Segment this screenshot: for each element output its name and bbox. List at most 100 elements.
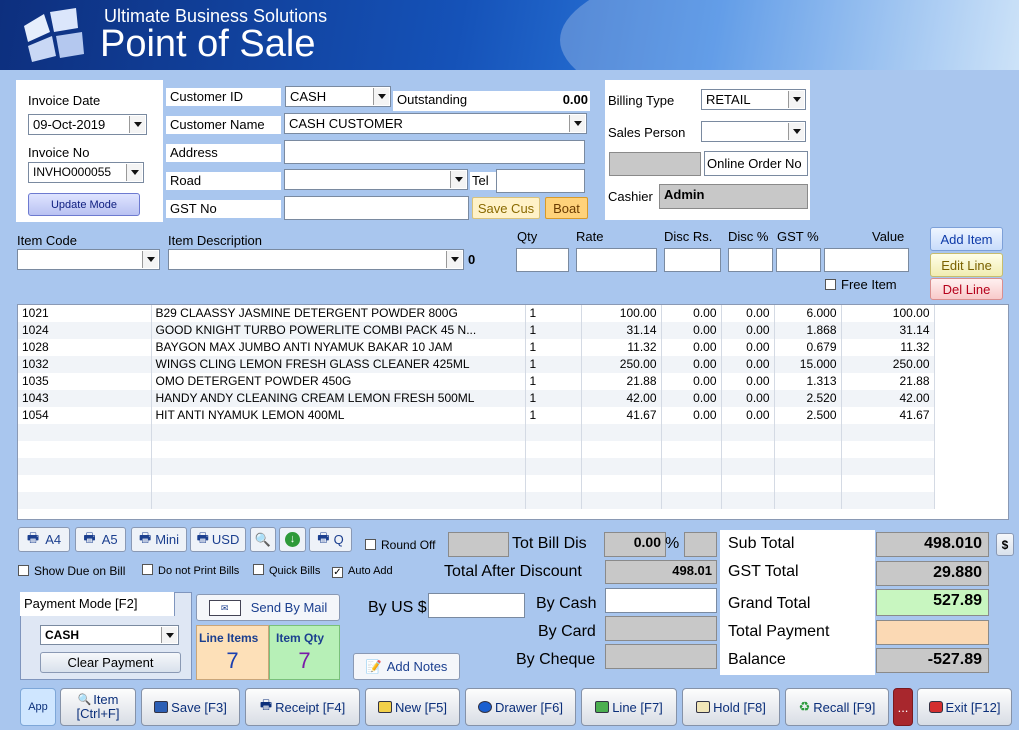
billing-type-select[interactable]: RETAIL [701, 89, 806, 110]
clear-payment-button[interactable]: Clear Payment [40, 652, 181, 673]
table-cell: 0.679 [774, 339, 842, 356]
print-a5-button[interactable]: 🖶 A5 [75, 527, 126, 552]
mail-icon: ✉ [208, 599, 241, 616]
table-cell: GOOD KNIGHT TURBO POWERLITE COMBI PACK 4… [151, 322, 526, 339]
table-row[interactable]: 1054 HIT ANTI NYAMUK LEMON 400ML 1 41.67 0.0… [18, 407, 935, 424]
delete-line-button[interactable]: Del Line [930, 278, 1003, 300]
customer-id-select[interactable]: CASH [285, 86, 391, 107]
table-cell: OMO DETERGENT POWDER 450G [151, 373, 526, 390]
table-row[interactable] [18, 492, 935, 509]
invoice-no-select[interactable]: INVHO000055 [28, 162, 144, 183]
table-row[interactable] [18, 475, 935, 492]
by-card-input[interactable] [605, 616, 717, 641]
add-item-button[interactable]: Add Item [930, 227, 1003, 251]
table-cell [661, 424, 722, 441]
by-us-dollar-input[interactable] [428, 593, 525, 618]
item-qty-label: Item Qty [276, 631, 325, 645]
update-mode-button[interactable]: Update Mode [28, 193, 140, 216]
tot-bill-dis-input[interactable]: 0.00 [604, 532, 666, 557]
recall-button[interactable]: ♻ Recall [F9] [785, 688, 889, 726]
no-print-checkbox[interactable]: Do not Print Bills [142, 563, 239, 579]
item-search-button[interactable]: 🔍 Item [Ctrl+F] [60, 688, 136, 726]
print-usd-button[interactable]: 🖶 USD [190, 527, 246, 552]
save-customer-button[interactable]: Save Cus [472, 197, 540, 219]
table-cell: 1 [525, 322, 582, 339]
rate-input[interactable] [576, 248, 657, 272]
checkbox-icon [142, 564, 153, 575]
by-cheque-input[interactable] [605, 644, 717, 669]
add-notes-button[interactable]: 📝 Add Notes [353, 653, 460, 680]
disc-rs-label: Disc Rs. [664, 229, 713, 244]
table-row[interactable]: 1035 OMO DETERGENT POWDER 450G 1 21.88 0.00 0… [18, 373, 935, 390]
auto-add-checkbox[interactable]: ✓ Auto Add [332, 563, 393, 579]
table-row[interactable]: 1024 GOOD KNIGHT TURBO POWERLITE COMBI PA… [18, 322, 935, 339]
table-row[interactable] [18, 424, 935, 441]
table-cell: 0.00 [661, 322, 722, 339]
total-after-discount-value: 498.01 [605, 560, 717, 584]
gst-pct-input[interactable] [776, 248, 821, 272]
online-order-input[interactable] [609, 152, 701, 176]
search-button[interactable]: 🔍 [250, 527, 276, 552]
table-cell: 0.00 [661, 305, 722, 322]
app-title: Point of Sale [100, 23, 316, 65]
disc-rs-input[interactable] [664, 248, 721, 272]
new-button[interactable]: New [F5] [365, 688, 460, 726]
print-q-button[interactable]: 🖶 Q [309, 527, 352, 552]
line-button[interactable]: Line [F7] [581, 688, 677, 726]
table-cell: 11.32 [581, 339, 662, 356]
sales-person-select[interactable] [701, 121, 806, 142]
value-input[interactable] [824, 248, 909, 272]
drawer-button[interactable]: Drawer [F6] [465, 688, 576, 726]
cashier-label: Cashier [608, 189, 653, 204]
table-row[interactable]: 1028 BAYGON MAX JUMBO ANTI NYAMUK BAKAR 1… [18, 339, 935, 356]
payment-mode-select[interactable]: CASH [40, 625, 179, 645]
show-due-checkbox[interactable]: Show Due on Bill [18, 563, 125, 579]
currency-button[interactable]: $ [996, 533, 1014, 556]
tot-bill-dis-pct-input[interactable] [684, 532, 717, 557]
gst-no-input[interactable] [284, 196, 469, 220]
edit-line-button[interactable]: Edit Line [930, 253, 1003, 277]
send-by-mail-button[interactable]: ✉ Send By Mail [196, 594, 340, 621]
save-button[interactable]: Save [F3] [141, 688, 240, 726]
quick-bills-checkbox[interactable]: Quick Bills [253, 563, 320, 579]
table-row[interactable]: 1043 HANDY ANDY CLEANING CREAM LEMON FRES… [18, 390, 935, 407]
table-cell: 31.14 [841, 322, 935, 339]
by-cash-input[interactable] [605, 588, 717, 613]
table-cell: WINGS CLING LEMON FRESH GLASS CLEANER 42… [151, 356, 526, 373]
print-mini-button[interactable]: 🖶 Mini [131, 527, 187, 552]
table-cell: 0.00 [661, 390, 722, 407]
table-cell: 1 [525, 339, 582, 356]
hold-button[interactable]: Hold [F8] [682, 688, 780, 726]
items-grid[interactable]: 1021 B29 CLAASSY JASMINE DETERGENT POWDER… [17, 304, 1009, 520]
invoice-date-picker[interactable]: 09-Oct-2019 [28, 114, 147, 135]
item-code-select[interactable] [17, 249, 160, 270]
outstanding-label: Outstanding 0.00 [393, 91, 590, 111]
app-button[interactable]: App [20, 688, 56, 726]
table-row[interactable] [18, 458, 935, 475]
line-items-value: 7 [226, 648, 239, 673]
round-off-checkbox[interactable]: Round Off [365, 537, 435, 553]
table-cell: 6.000 [774, 305, 842, 322]
disc-pct-input[interactable] [728, 248, 773, 272]
print-a4-button[interactable]: 🖶 A4 [18, 527, 70, 552]
download-icon: ↓ [285, 532, 300, 547]
table-row[interactable]: 1021 B29 CLAASSY JASMINE DETERGENT POWDER… [18, 305, 935, 322]
chevron-down-icon [446, 251, 462, 268]
table-cell: 0.00 [721, 373, 775, 390]
table-cell: 1028 [18, 339, 152, 356]
road-select[interactable] [284, 169, 468, 190]
tel-input[interactable] [496, 169, 585, 193]
qty-input[interactable] [516, 248, 569, 272]
free-item-checkbox[interactable]: Free Item [825, 277, 897, 293]
exit-button[interactable]: Exit [F12] [917, 688, 1012, 726]
boat-button[interactable]: Boat [545, 197, 588, 219]
more-button[interactable]: ... [893, 688, 913, 726]
receipt-button[interactable]: 🖶 Receipt [F4] [245, 688, 360, 726]
gst-total-label: GST Total [728, 563, 799, 580]
download-button[interactable]: ↓ [279, 527, 306, 552]
table-row[interactable]: 1032 WINGS CLING LEMON FRESH GLASS CLEANE… [18, 356, 935, 373]
address-input[interactable] [284, 140, 585, 164]
table-row[interactable] [18, 441, 935, 458]
item-description-select[interactable] [168, 249, 464, 270]
customer-name-select[interactable]: CASH CUSTOMER [284, 113, 587, 134]
